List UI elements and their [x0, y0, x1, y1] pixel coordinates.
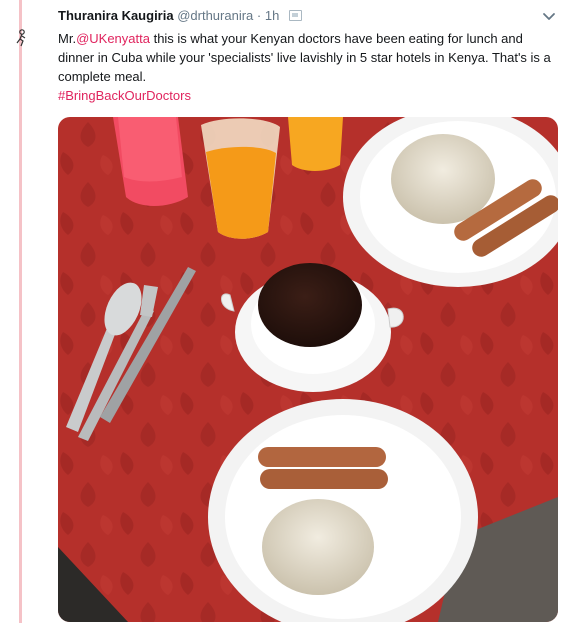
- verified-badge-icon: [288, 10, 302, 21]
- text-prefix: Mr.: [58, 31, 77, 46]
- author-handle[interactable]: @drthuranira: [177, 8, 253, 23]
- hashtag-link[interactable]: #BringBackOurDoctors: [58, 88, 191, 103]
- chevron-down-icon[interactable]: [541, 8, 557, 24]
- mention-link[interactable]: @UKenyatta: [76, 31, 150, 46]
- tweet-header: Thuranira Kaugiria @drthuranira · 1h: [58, 8, 302, 26]
- thread-line: [19, 0, 22, 623]
- meal-photo-illustration: [58, 117, 558, 622]
- person-figure-icon: [16, 29, 26, 47]
- tweet-time[interactable]: 1h: [265, 8, 279, 23]
- author-name[interactable]: Thuranira Kaugiria: [58, 8, 174, 23]
- separator: ·: [256, 8, 262, 23]
- tweet-text: Mr.@UKenyatta this is what your Kenyan d…: [58, 29, 558, 105]
- tweet-photo[interactable]: [58, 117, 558, 622]
